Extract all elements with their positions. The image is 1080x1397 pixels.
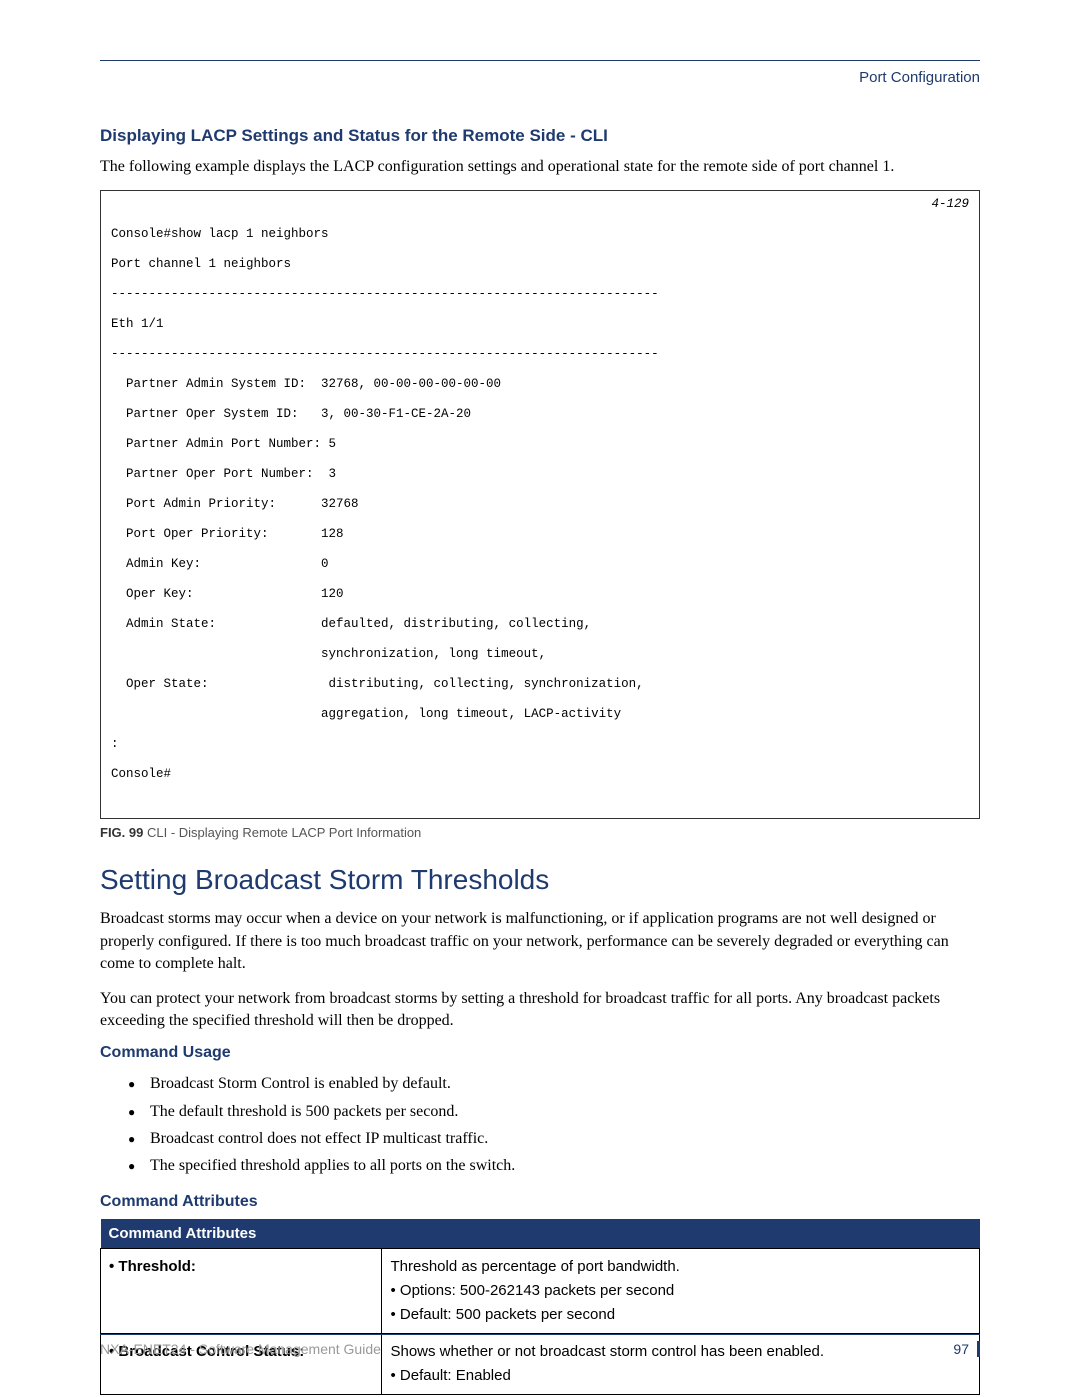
cli-line: Eth 1/1	[111, 317, 969, 332]
cli-line: Console#	[111, 767, 969, 782]
figure-caption: FIG. 99 CLI - Displaying Remote LACP Por…	[100, 825, 980, 840]
header-section: Port Configuration	[100, 69, 980, 86]
cli-line: Partner Admin System ID: 32768, 00-00-00…	[111, 377, 969, 392]
cli-line: Port channel 1 neighbors	[111, 257, 969, 272]
cli-line: aggregation, long timeout, LACP-activity	[111, 707, 969, 722]
attr-label: • Threshold:	[101, 1249, 382, 1334]
list-item: Broadcast control does not effect IP mul…	[150, 1125, 980, 1152]
page-footer: NXA-ENET24 - Software Management Guide 9…	[100, 1334, 980, 1357]
section-heading-lacp: Displaying LACP Settings and Status for …	[100, 126, 980, 146]
cli-line: ----------------------------------------…	[111, 287, 969, 302]
subheading-usage: Command Usage	[100, 1044, 980, 1062]
usage-list: Broadcast Storm Control is enabled by de…	[100, 1070, 980, 1179]
list-item: The specified threshold applies to all p…	[150, 1152, 980, 1179]
list-item: Broadcast Storm Control is enabled by de…	[150, 1070, 980, 1097]
cli-line: Console#show lacp 1 neighbors	[111, 227, 969, 242]
cli-line: ----------------------------------------…	[111, 347, 969, 362]
cli-line: :	[111, 737, 969, 752]
intro-paragraph: The following example displays the LACP …	[100, 156, 980, 178]
body-paragraph: You can protect your network from broadc…	[100, 988, 980, 1033]
cli-line: Partner Oper System ID: 3, 00-30-F1-CE-2…	[111, 407, 969, 422]
footer-page-number: 97	[953, 1341, 980, 1357]
cli-line: Port Oper Priority: 128	[111, 527, 969, 542]
cli-page-ref: 4-129	[931, 197, 969, 212]
attr-desc: Threshold as percentage of port bandwidt…	[382, 1249, 980, 1334]
table-header: Command Attributes	[101, 1219, 980, 1249]
list-item: The default threshold is 500 packets per…	[150, 1098, 980, 1125]
body-paragraph: Broadcast storms may occur when a device…	[100, 908, 980, 975]
footer-doc-title: NXA-ENET24 - Software Management Guide	[100, 1341, 381, 1357]
cli-line: Partner Oper Port Number: 3	[111, 467, 969, 482]
cli-line: synchronization, long timeout,	[111, 647, 969, 662]
cli-line: Oper State: distributing, collecting, sy…	[111, 677, 969, 692]
cli-line: Oper Key: 120	[111, 587, 969, 602]
cli-line: Admin Key: 0	[111, 557, 969, 572]
figure-text: CLI - Displaying Remote LACP Port Inform…	[143, 825, 421, 840]
figure-number: FIG. 99	[100, 825, 143, 840]
cli-line: Partner Admin Port Number: 5	[111, 437, 969, 452]
cli-line: Admin State: defaulted, distributing, co…	[111, 617, 969, 632]
main-heading-broadcast: Setting Broadcast Storm Thresholds	[100, 864, 980, 896]
table-row: • Threshold: Threshold as percentage of …	[101, 1249, 980, 1334]
cli-output-block: 4-129 Console#show lacp 1 neighbors Port…	[100, 190, 980, 819]
attributes-table: Command Attributes • Threshold: Threshol…	[100, 1219, 980, 1395]
cli-line: Port Admin Priority: 32768	[111, 497, 969, 512]
subheading-attributes: Command Attributes	[100, 1193, 980, 1211]
